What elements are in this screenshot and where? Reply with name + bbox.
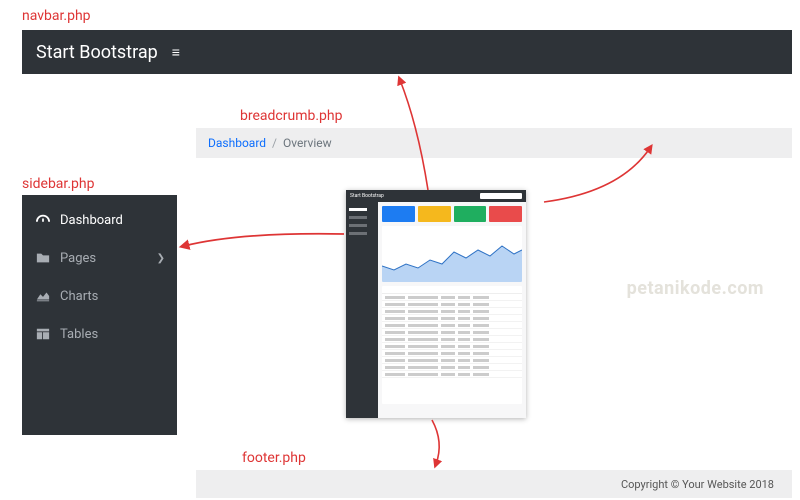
sidebar-item-label: Charts bbox=[60, 289, 98, 304]
annotation-breadcrumb: breadcrumb.php bbox=[240, 108, 342, 124]
sidebar-item-label: Dashboard bbox=[60, 213, 123, 228]
sidebar-item-pages[interactable]: Pages ❯ bbox=[22, 239, 177, 277]
navbar-brand[interactable]: Start Bootstrap bbox=[36, 42, 158, 63]
table-icon bbox=[34, 327, 52, 341]
breadcrumb: Dashboard / Overview bbox=[196, 128, 792, 158]
breadcrumb-current: Overview bbox=[283, 136, 332, 150]
footer: Copyright © Your Website 2018 bbox=[196, 470, 792, 498]
watermark: petanikode.com bbox=[627, 278, 764, 299]
breadcrumb-separator: / bbox=[272, 136, 277, 150]
chevron-right-icon: ❯ bbox=[157, 253, 165, 264]
navbar: Start Bootstrap ≡ bbox=[22, 30, 792, 74]
thumb-search bbox=[480, 193, 522, 199]
tachometer-icon bbox=[34, 213, 52, 227]
thumb-card-blue bbox=[382, 206, 415, 222]
thumb-main bbox=[378, 202, 526, 418]
folder-icon bbox=[34, 251, 52, 265]
footer-copyright: Copyright © Your Website 2018 bbox=[621, 478, 774, 491]
chart-area-icon bbox=[34, 289, 52, 303]
sidebar-item-tables[interactable]: Tables bbox=[22, 315, 177, 353]
dashboard-thumbnail: Start Bootstrap bbox=[346, 190, 526, 418]
arrow-to-sidebar bbox=[180, 230, 350, 270]
sidebar-item-charts[interactable]: Charts bbox=[22, 277, 177, 315]
annotation-sidebar: sidebar.php bbox=[22, 176, 94, 192]
thumb-card-green bbox=[454, 206, 487, 222]
thumb-stat-cards bbox=[382, 206, 522, 222]
breadcrumb-link-dashboard[interactable]: Dashboard bbox=[208, 136, 266, 150]
thumb-card-yellow bbox=[418, 206, 451, 222]
annotation-navbar: navbar.php bbox=[22, 8, 91, 24]
sidebar-item-dashboard[interactable]: Dashboard bbox=[22, 201, 177, 239]
hamburger-icon[interactable]: ≡ bbox=[172, 44, 180, 61]
thumb-navbar: Start Bootstrap bbox=[346, 190, 526, 202]
thumb-sidebar bbox=[346, 202, 378, 418]
thumb-card-red bbox=[489, 206, 522, 222]
sidebar-item-label: Tables bbox=[60, 327, 98, 342]
sidebar: Dashboard Pages ❯ Charts Tables bbox=[22, 195, 177, 435]
sidebar-item-label: Pages bbox=[60, 251, 96, 266]
thumb-area-chart bbox=[382, 226, 522, 282]
thumb-brand: Start Bootstrap bbox=[350, 193, 384, 199]
annotation-footer: footer.php bbox=[242, 450, 306, 466]
thumb-data-table bbox=[382, 286, 522, 404]
arrow-to-footer bbox=[418, 418, 458, 468]
